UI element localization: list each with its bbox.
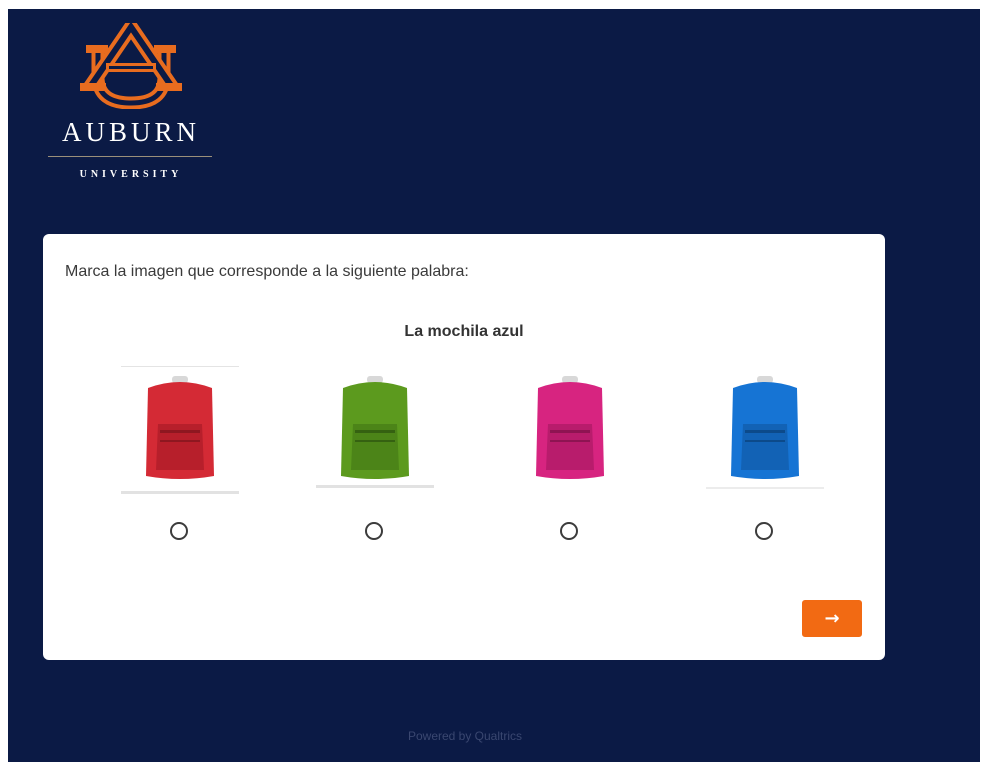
choice-image[interactable] bbox=[310, 360, 440, 495]
choice-radio[interactable] bbox=[755, 522, 773, 540]
question-text: Marca la imagen que corresponde a la sig… bbox=[65, 263, 469, 280]
logo-divider bbox=[48, 156, 212, 157]
logo-wordmark: AUBURN bbox=[61, 117, 200, 147]
choice-image[interactable] bbox=[700, 360, 830, 495]
footer-powered-by[interactable]: Powered by Qualtrics bbox=[8, 729, 922, 743]
next-button[interactable]: → bbox=[802, 600, 862, 637]
choice-image[interactable] bbox=[115, 360, 245, 495]
blue-backpack-icon bbox=[731, 376, 799, 479]
choice-2[interactable] bbox=[310, 360, 440, 560]
choice-radio[interactable] bbox=[560, 522, 578, 540]
choice-radio[interactable] bbox=[365, 522, 383, 540]
auburn-logo: AUBURN UNIVERSITY bbox=[46, 23, 216, 183]
choice-4[interactable] bbox=[700, 360, 830, 560]
survey-page: AUBURN UNIVERSITY Marca la imagen que co… bbox=[8, 9, 980, 762]
green-backpack-icon bbox=[341, 376, 409, 479]
choice-1[interactable] bbox=[115, 360, 245, 560]
logo-subtitle: UNIVERSITY bbox=[79, 169, 183, 180]
choice-image[interactable] bbox=[505, 360, 635, 495]
question-card: Marca la imagen que corresponde a la sig… bbox=[43, 234, 885, 660]
auburn-au-monogram-icon bbox=[80, 23, 182, 109]
red-backpack-icon bbox=[146, 376, 214, 479]
pink-backpack-icon bbox=[536, 376, 604, 479]
choice-radio[interactable] bbox=[170, 522, 188, 540]
target-word: La mochila azul bbox=[404, 323, 524, 340]
choice-3[interactable] bbox=[505, 360, 635, 560]
